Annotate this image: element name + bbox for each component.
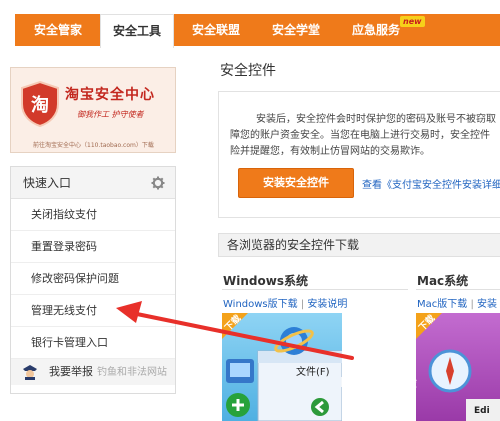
arrow-head — [116, 301, 142, 323]
arrow-shaft — [130, 311, 354, 360]
annotation-arrow — [116, 301, 354, 360]
